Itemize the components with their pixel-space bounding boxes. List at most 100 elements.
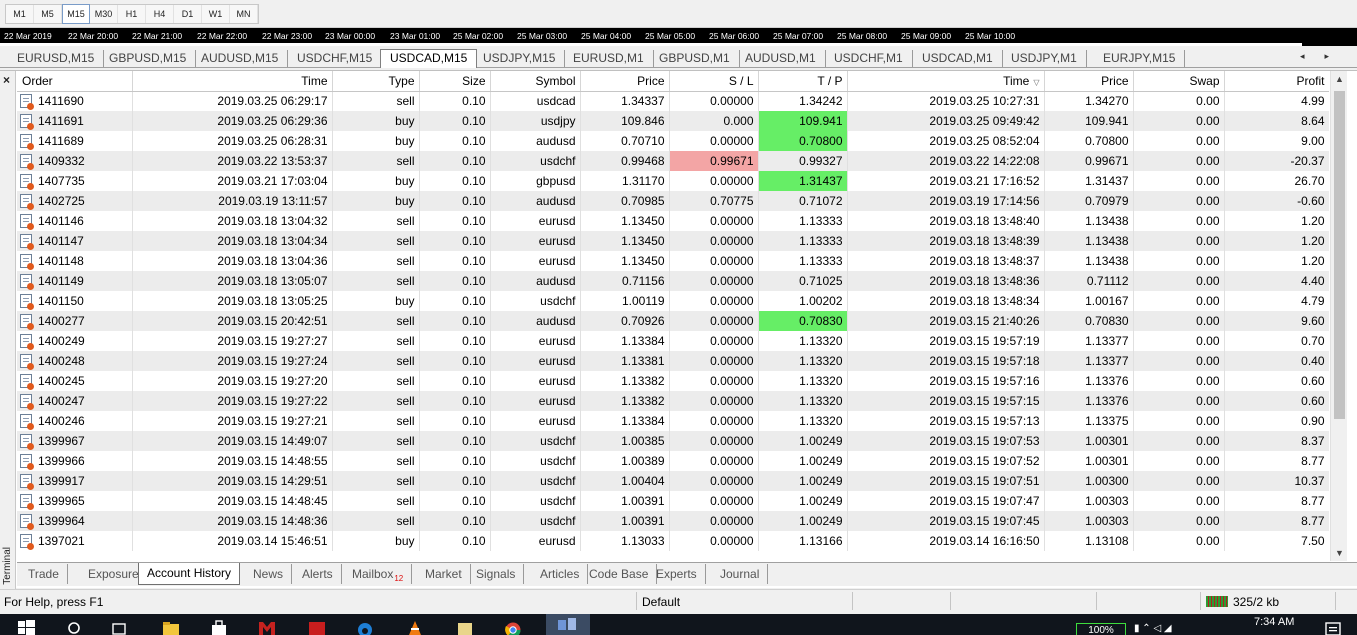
timeframe-button-m5[interactable]: M5 <box>34 5 62 23</box>
cell-tp: 0.71072 <box>758 191 848 211</box>
table-row[interactable]: 1411691 2019.03.25 06:29:36 buy 0.10 usdjpy 1… <box>17 111 1329 131</box>
timeframe-button-d1[interactable]: D1 <box>174 5 202 23</box>
system-tray-icons[interactable]: ▮ ⌃ ◁ ◢ <box>1134 623 1172 634</box>
col-header-order[interactable]: Order <box>17 71 133 92</box>
cell-symbol: eurusd <box>490 371 581 391</box>
table-row[interactable]: 1397021 2019.03.14 15:46:51 buy 0.10 eurusd 1… <box>17 531 1329 551</box>
table-row[interactable]: 1401147 2019.03.18 13:04:34 sell 0.10 eurusd… <box>17 231 1329 251</box>
table-row[interactable]: 1401146 2019.03.18 13:04:32 sell 0.10 eurusd… <box>17 211 1329 231</box>
col-header-sl[interactable]: S / L <box>669 71 759 92</box>
tab-account-history[interactable]: Account History <box>138 563 241 585</box>
scroll-up-icon[interactable]: ▲ <box>1331 71 1348 87</box>
table-row[interactable]: 1399917 2019.03.15 14:29:51 sell 0.10 usdchf… <box>17 471 1329 491</box>
tab-news[interactable]: News <box>245 564 293 584</box>
col-header-profit[interactable]: Profit <box>1224 71 1329 92</box>
table-row[interactable]: 1401149 2019.03.18 13:05:07 sell 0.10 audusd… <box>17 271 1329 291</box>
notes-icon[interactable] <box>456 620 474 635</box>
chart-tab-eurjpy-m15[interactable]: EURJPY,M15 <box>1094 50 1186 67</box>
tab-code-base[interactable]: Code Base <box>581 564 658 584</box>
chart-tab-eurusd-m15[interactable]: EURUSD,M15 <box>8 50 105 67</box>
timeframe-button-h1[interactable]: H1 <box>118 5 146 23</box>
tab-mailbox[interactable]: Mailbox12 <box>344 564 413 584</box>
col-header-open-time[interactable]: Time <box>132 71 333 92</box>
close-icon[interactable]: × <box>3 73 10 87</box>
chart-tab-gbpusd-m1[interactable]: GBPUSD,M1 <box>650 50 740 67</box>
tab-alerts[interactable]: Alerts <box>294 564 342 584</box>
chart-tab-usdcad-m1[interactable]: USDCAD,M1 <box>913 50 1003 67</box>
table-row[interactable]: 1400249 2019.03.15 19:27:27 sell 0.10 eurusd… <box>17 331 1329 351</box>
col-header-symbol[interactable]: Symbol <box>490 71 581 92</box>
table-row[interactable]: 1411690 2019.03.25 06:29:17 sell 0.10 usdcad… <box>17 91 1329 111</box>
table-row[interactable]: 1407735 2019.03.21 17:03:04 buy 0.10 gbpusd 1… <box>17 171 1329 191</box>
scroll-down-icon[interactable]: ▼ <box>1331 545 1348 561</box>
table-row[interactable]: 1400245 2019.03.15 19:27:20 sell 0.10 eurusd… <box>17 371 1329 391</box>
tab-trade[interactable]: Trade <box>20 564 68 584</box>
col-header-tp[interactable]: T / P <box>758 71 848 92</box>
timeframe-button-m15[interactable]: M15 <box>62 4 90 24</box>
col-header-type[interactable]: Type <box>332 71 420 92</box>
battery-indicator[interactable]: 100% <box>1076 623 1126 635</box>
table-row[interactable]: 1409332 2019.03.22 13:53:37 sell 0.10 usdchf… <box>17 151 1329 171</box>
table-row[interactable]: 1399966 2019.03.15 14:48:55 sell 0.10 usdchf… <box>17 451 1329 471</box>
table-row[interactable]: 1399967 2019.03.15 14:49:07 sell 0.10 usdchf… <box>17 431 1329 451</box>
col-header-swap[interactable]: Swap <box>1133 71 1225 92</box>
chart-tab-usdjpy-m15[interactable]: USDJPY,M15 <box>474 50 566 67</box>
store-icon[interactable] <box>210 620 228 635</box>
col-header-size[interactable]: Size <box>419 71 491 92</box>
windows-start-icon[interactable] <box>18 620 36 635</box>
cell-close-time: 2019.03.18 13:48:39 <box>847 231 1045 251</box>
chart-tab-usdjpy-m1[interactable]: USDJPY,M1 <box>1002 50 1087 67</box>
timeframe-button-w1[interactable]: W1 <box>202 5 230 23</box>
chart-tab-audusd-m15[interactable]: AUDUSD,M15 <box>192 50 289 67</box>
chart-tab-usdchf-m15[interactable]: USDCHF,M15 <box>288 50 383 67</box>
clock-time[interactable]: 7:34 AM <box>1254 616 1294 628</box>
chart-tab-scroll-arrows[interactable]: ◂▸ <box>1300 51 1349 62</box>
timeframe-button-m30[interactable]: M30 <box>90 5 118 23</box>
search-icon[interactable] <box>66 620 84 635</box>
chart-tab-eurusd-m1[interactable]: EURUSD,M1 <box>564 50 654 67</box>
mail-icon[interactable] <box>258 620 276 635</box>
chart-tab-gbpusd-m15[interactable]: GBPUSD,M15 <box>100 50 197 67</box>
col-header-close-price[interactable]: Price <box>1044 71 1134 92</box>
app-red-icon[interactable] <box>308 620 326 635</box>
task-view-icon[interactable] <box>110 620 128 635</box>
status-profile[interactable]: Default <box>642 595 680 609</box>
tab-label: Trade <box>28 567 59 581</box>
timeframe-button-h4[interactable]: H4 <box>146 5 174 23</box>
metatrader-taskbar-icon[interactable] <box>546 614 590 635</box>
tab-articles[interactable]: Articles <box>532 564 589 584</box>
col-header-close-time[interactable]: Time ▽ <box>847 71 1045 92</box>
chart-tab-audusd-m1[interactable]: AUDUSD,M1 <box>736 50 826 67</box>
chart-tab-usdchf-m1[interactable]: USDCHF,M1 <box>825 50 913 67</box>
chrome-icon[interactable] <box>504 620 522 635</box>
vertical-scrollbar[interactable]: ▲ ▼ <box>1330 71 1347 561</box>
terminal-side-bar: × Terminal <box>0 71 16 589</box>
edge-browser-icon[interactable] <box>356 620 374 635</box>
chart-tab-usdcad-m15[interactable]: USDCAD,M15 <box>380 49 478 68</box>
file-explorer-icon[interactable] <box>162 620 180 635</box>
notifications-icon[interactable] <box>1324 621 1342 635</box>
table-row[interactable]: 1411689 2019.03.25 06:28:31 buy 0.10 audusd 0… <box>17 131 1329 151</box>
table-row[interactable]: 1399965 2019.03.15 14:48:45 sell 0.10 usdchf… <box>17 491 1329 511</box>
table-row[interactable]: 1400247 2019.03.15 19:27:22 sell 0.10 eurusd… <box>17 391 1329 411</box>
table-row[interactable]: 1399964 2019.03.15 14:48:36 sell 0.10 usdchf… <box>17 511 1329 531</box>
table-row[interactable]: 1400246 2019.03.15 19:27:21 sell 0.10 eurusd… <box>17 411 1329 431</box>
tab-journal[interactable]: Journal <box>712 564 769 584</box>
table-header-row: Order Time Type Size Symbol Price S / L … <box>17 71 1329 92</box>
tab-signals[interactable]: Signals <box>468 564 525 584</box>
timeframe-button-mn[interactable]: MN <box>230 5 258 23</box>
table-row[interactable]: 1400277 2019.03.15 20:42:51 sell 0.10 audusd… <box>17 311 1329 331</box>
table-row[interactable]: 1400248 2019.03.15 19:27:24 sell 0.10 eurusd… <box>17 351 1329 371</box>
timeframe-button-m1[interactable]: M1 <box>6 5 34 23</box>
tab-market[interactable]: Market <box>417 564 471 584</box>
tab-experts[interactable]: Experts <box>648 564 706 584</box>
table-row[interactable]: 1401148 2019.03.18 13:04:36 sell 0.10 eurusd… <box>17 251 1329 271</box>
cell-sl: 0.00000 <box>669 311 759 331</box>
table-row[interactable]: 1402725 2019.03.19 13:11:57 buy 0.10 audusd 0… <box>17 191 1329 211</box>
scrollbar-thumb[interactable] <box>1334 91 1345 419</box>
cell-close-time: 2019.03.25 08:52:04 <box>847 131 1045 151</box>
vlc-icon[interactable] <box>406 620 424 635</box>
connection-status[interactable]: 325/2 kb <box>1206 595 1279 609</box>
table-row[interactable]: 1401150 2019.03.18 13:05:25 buy 0.10 usdchf 1… <box>17 291 1329 311</box>
col-header-open-price[interactable]: Price <box>580 71 670 92</box>
